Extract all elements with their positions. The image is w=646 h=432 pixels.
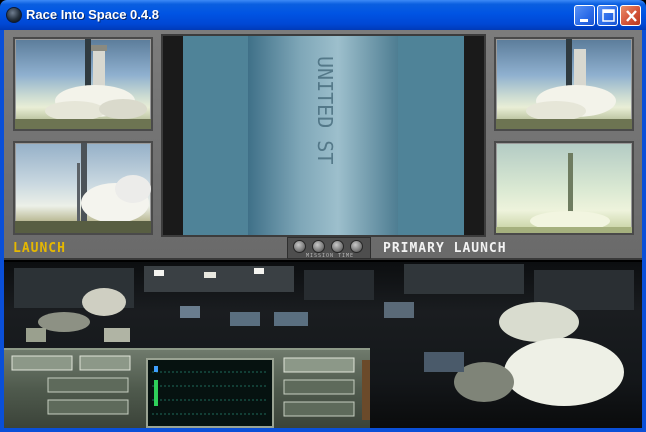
telemetry-screen <box>146 358 274 428</box>
launch-label: LAUNCH <box>13 241 66 256</box>
launch-pad-image-right <box>496 39 632 129</box>
window-title: Race Into Space 0.4.8 <box>26 7 159 22</box>
maximize-button[interactable] <box>597 5 618 26</box>
monitor-panel: UNITED ST LAUNCH MISSION TIME PRIMARY LA… <box>4 30 642 260</box>
play-button[interactable] <box>331 240 344 253</box>
primary-launch-label: PRIMARY LAUNCH <box>383 241 507 256</box>
minimize-icon <box>580 19 588 22</box>
fast-forward-button[interactable] <box>350 240 363 253</box>
window-frame-right <box>642 30 646 432</box>
launch-tower-image <box>15 143 151 233</box>
camera-feed-top-left <box>13 37 153 131</box>
mission-time-controls[interactable]: MISSION TIME <box>287 237 371 259</box>
maximize-icon <box>602 9 615 22</box>
app-icon[interactable] <box>6 7 22 23</box>
mission-time-label: MISSION TIME <box>305 253 355 259</box>
camera-feed-top-right <box>494 37 634 131</box>
pause-button[interactable] <box>312 240 325 253</box>
camera-feed-bottom-right <box>494 141 634 235</box>
rocket-closeup-image: UNITED ST <box>163 36 484 235</box>
close-icon <box>626 10 637 22</box>
window-frame-bottom <box>0 428 646 432</box>
launch-pad-image <box>15 39 151 129</box>
game-viewport[interactable]: UNITED ST LAUNCH MISSION TIME PRIMARY LA… <box>4 30 642 428</box>
rocket-ascent-image <box>496 153 632 233</box>
minimize-button[interactable] <box>574 5 595 26</box>
rocket-text: UNITED ST <box>313 56 337 164</box>
main-camera-view: UNITED ST <box>161 34 486 237</box>
mission-control-scene <box>4 262 642 428</box>
title-bar[interactable]: Race Into Space 0.4.8 <box>0 0 646 30</box>
rewind-button[interactable] <box>293 240 306 253</box>
telemetry-grid <box>152 366 268 415</box>
close-button[interactable] <box>620 5 641 26</box>
control-console <box>4 348 370 428</box>
camera-feed-bottom-left <box>13 141 153 235</box>
